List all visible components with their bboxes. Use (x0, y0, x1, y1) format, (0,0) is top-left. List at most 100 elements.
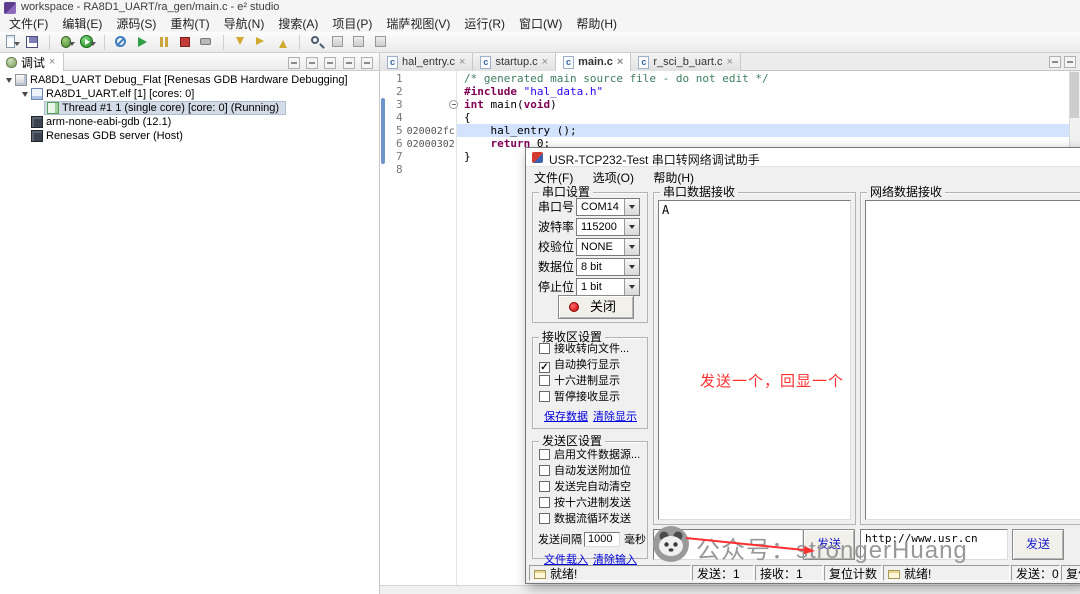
open-perspective-button[interactable] (329, 33, 347, 51)
minimize-view-icon[interactable] (343, 57, 355, 69)
menu-help[interactable]: 帮助(H) (569, 16, 624, 32)
clear-display-link[interactable]: 清除显示 (593, 408, 637, 424)
step-return-button[interactable] (274, 33, 292, 51)
serial-reset-count[interactable]: 复位计数 (824, 565, 882, 581)
tab-main-c[interactable]: c main.c × (556, 53, 631, 71)
send-interval-input[interactable]: 1000 (584, 532, 620, 547)
recv-to-file-checkbox[interactable]: 接收转向文件... (539, 343, 629, 357)
menu-refactor[interactable]: 重构(T) (163, 16, 216, 32)
remove-terminated-icon[interactable] (288, 57, 300, 69)
tree-row-gdbserver[interactable]: Renesas GDB server (Host) (0, 129, 379, 143)
close-icon[interactable]: × (542, 57, 548, 68)
debug-button[interactable] (57, 33, 75, 51)
menu-project[interactable]: 项目(P) (325, 16, 379, 32)
run-button[interactable] (78, 33, 96, 51)
usr-tcp232-window[interactable]: USR-TCP232-Test 串口转网络调试助手 文件(F) 选项(O) 帮助… (525, 147, 1080, 584)
net-reset-count[interactable]: 复位计数 (1061, 565, 1080, 581)
tree-row-launch[interactable]: RA8D1_UART Debug_Flat [Renesas GDB Hardw… (0, 73, 379, 87)
code-line[interactable]: hal_entry (); (464, 124, 577, 137)
auto-append-checkbox[interactable]: 自动发送附加位 (539, 465, 631, 479)
com-port-combo[interactable]: COM14 (576, 198, 640, 216)
loop-send-checkbox[interactable]: 数据流循环发送 (539, 513, 631, 527)
tab-hal-entry-c[interactable]: c hal_entry.c × (380, 53, 473, 71)
dropdown-arrow-icon[interactable] (624, 259, 639, 275)
save-data-link[interactable]: 保存数据 (544, 408, 588, 424)
skip-breakpoints-button[interactable] (112, 33, 130, 51)
checkbox[interactable] (539, 481, 550, 492)
editor-scrollbar-thumb[interactable] (1070, 72, 1079, 118)
close-port-button[interactable]: 关闭 (558, 295, 634, 319)
editor-hscrollbar[interactable] (380, 585, 1080, 594)
resume-button[interactable] (133, 33, 151, 51)
menu-window[interactable]: 窗口(W) (512, 16, 569, 32)
open-element-button[interactable] (372, 33, 390, 51)
suspend-button[interactable] (155, 33, 173, 51)
dropdown-arrow-icon[interactable] (624, 219, 639, 235)
checkbox[interactable] (539, 391, 550, 402)
tree-row-elf[interactable]: RA8D1_UART.elf [1] [cores: 0] (0, 87, 379, 101)
expander-icon[interactable] (6, 78, 12, 86)
menu-edit[interactable]: 编辑(E) (55, 16, 109, 32)
search-button[interactable] (308, 33, 326, 51)
dropdown-arrow-icon[interactable] (624, 199, 639, 215)
data-bits-combo[interactable]: 8 bit (576, 258, 640, 276)
collapse-all-icon[interactable] (306, 57, 318, 69)
hex-display-checkbox[interactable]: 十六进制显示 (539, 375, 620, 389)
clear-after-send-checkbox[interactable]: 发送完自动清空 (539, 481, 631, 495)
code-line[interactable]: } (464, 150, 471, 163)
close-icon[interactable]: × (459, 57, 465, 68)
parity-combo[interactable]: NONE (576, 238, 640, 256)
hex-send-checkbox[interactable]: 按十六进制发送 (539, 497, 631, 511)
stop-bits-combo[interactable]: 1 bit (576, 278, 640, 296)
disconnect-button[interactable] (197, 33, 215, 51)
usr-titlebar[interactable]: USR-TCP232-Test 串口转网络调试助手 (526, 148, 1080, 167)
net-send-button[interactable]: 发送 (1012, 529, 1064, 560)
maximize-view-icon[interactable] (361, 57, 373, 69)
code-line[interactable]: #include "hal_data.h" (464, 85, 603, 98)
terminate-button[interactable] (176, 33, 194, 51)
expander-icon[interactable] (22, 92, 28, 100)
menu-file[interactable]: 文件(F) (2, 16, 55, 32)
menu-renesas-views[interactable]: 瑞萨视图(V) (379, 16, 457, 32)
usr-menu-options[interactable]: 选项(O) (585, 167, 642, 188)
pause-recv-checkbox[interactable]: 暂停接收显示 (539, 391, 620, 405)
checkbox[interactable] (539, 513, 550, 524)
maximize-editor-icon[interactable] (1064, 56, 1076, 68)
dropdown-arrow-icon[interactable] (624, 239, 639, 255)
menu-source[interactable]: 源码(S) (109, 16, 163, 32)
new-file-button[interactable] (2, 33, 20, 51)
net-recv-area[interactable] (865, 200, 1080, 520)
tab-startup-c[interactable]: c startup.c × (473, 53, 556, 71)
editor-list-icon[interactable] (1049, 56, 1061, 68)
tree-row-thread[interactable]: Thread #1 1 (single core) [core: 0] (Run… (0, 101, 379, 115)
checkbox[interactable] (539, 449, 550, 460)
checkbox[interactable]: ✓ (539, 362, 550, 373)
serial-recv-area[interactable]: A (658, 200, 851, 520)
close-icon[interactable]: × (49, 57, 55, 68)
view-menu-icon[interactable] (324, 57, 336, 69)
step-into-button[interactable] (231, 33, 249, 51)
tree-row-gdb[interactable]: arm-none-eabi-gdb (12.1) (0, 115, 379, 129)
step-over-button[interactable] (252, 33, 270, 51)
tab-r-sci-b-uart-c[interactable]: c r_sci_b_uart.c × (631, 53, 741, 71)
tab-debug-view[interactable]: 调试 × (0, 53, 64, 71)
file-data-source-checkbox[interactable]: 启用文件数据源... (539, 449, 640, 463)
menu-navigate[interactable]: 导航(N) (217, 16, 272, 32)
code-line[interactable]: { (464, 111, 471, 124)
code-line[interactable]: /* generated main source file - do not e… (464, 72, 769, 85)
code-line[interactable]: int main(void) (464, 98, 557, 111)
close-icon[interactable]: × (726, 57, 732, 68)
checkbox[interactable] (539, 343, 550, 354)
fold-collapse-icon[interactable] (449, 100, 458, 109)
close-icon[interactable]: × (617, 57, 623, 68)
menu-run[interactable]: 运行(R) (457, 16, 512, 32)
checkbox[interactable] (539, 375, 550, 386)
checkbox[interactable] (539, 465, 550, 476)
save-button[interactable] (23, 33, 41, 51)
auto-newline-checkbox[interactable]: ✓自动换行显示 (539, 359, 620, 373)
baud-rate-combo[interactable]: 115200 (576, 218, 640, 236)
checkbox[interactable] (539, 497, 550, 508)
dropdown-arrow-icon[interactable] (624, 279, 639, 295)
external-tools-button[interactable] (350, 33, 368, 51)
menu-search[interactable]: 搜索(A) (271, 16, 325, 32)
